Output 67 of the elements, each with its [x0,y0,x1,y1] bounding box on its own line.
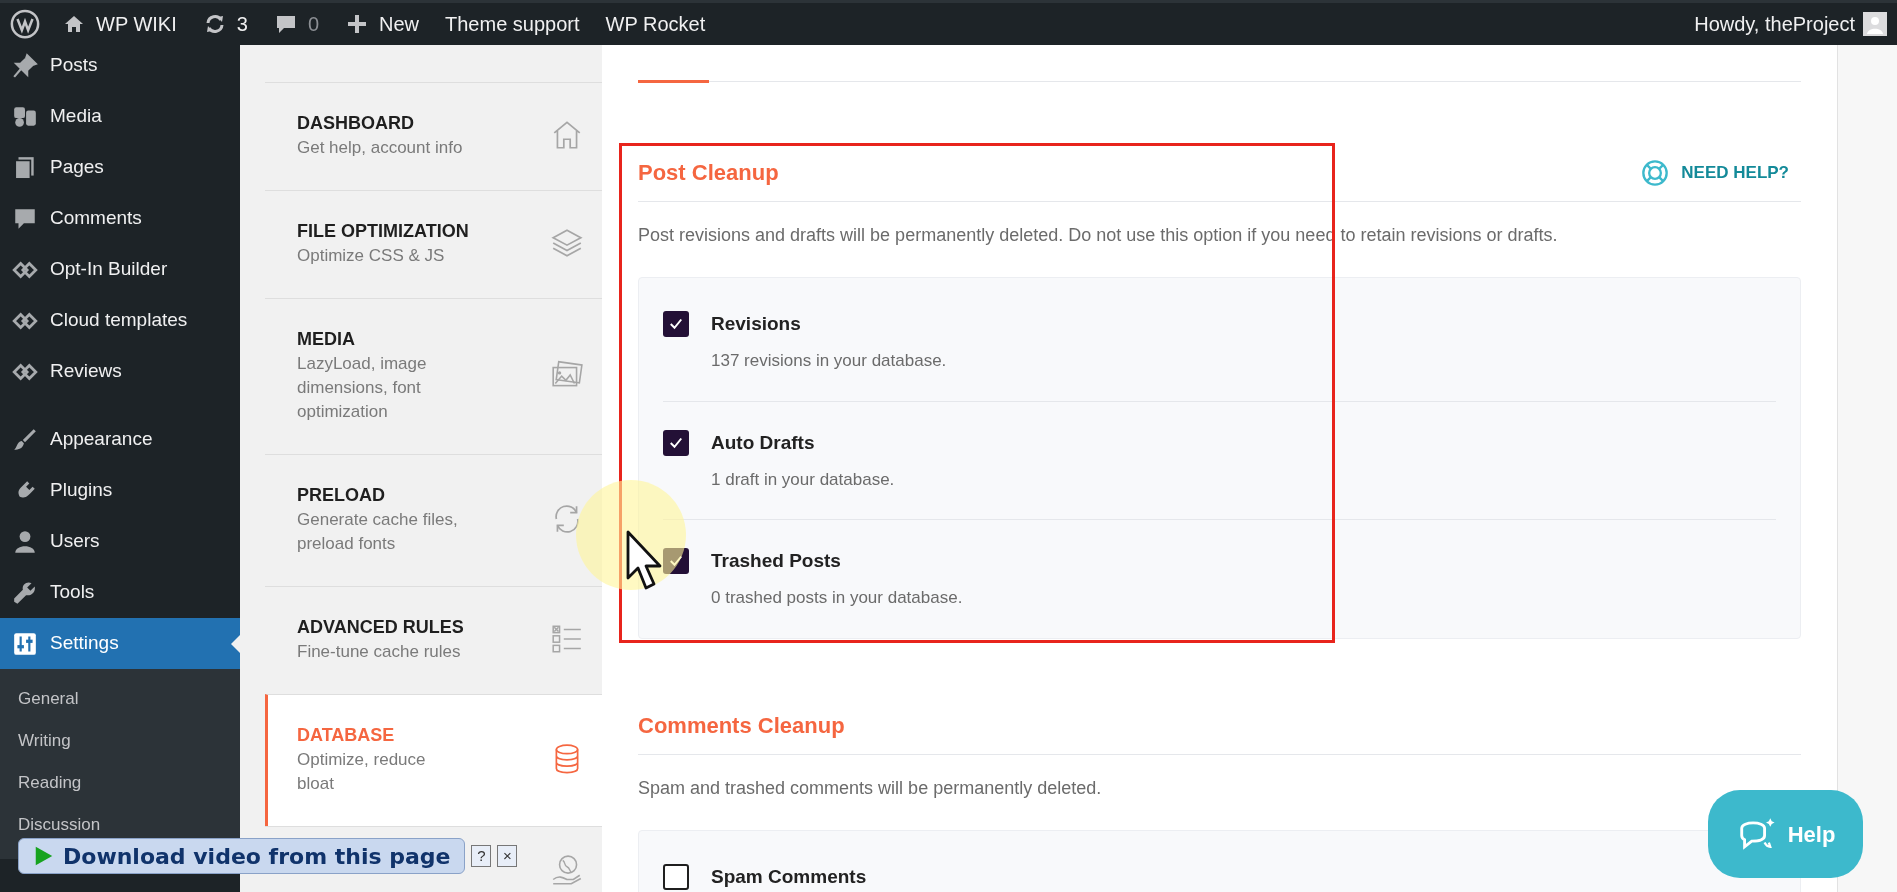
user-icon [12,528,38,555]
sidebar-item[interactable]: Cloud templates [0,295,240,346]
need-help-link[interactable]: NEED HELP? [1641,158,1789,187]
pin-icon [12,52,38,79]
submenu-item[interactable]: General [18,688,79,710]
section-description: Spam and trashed comments will be permanently deleted. [638,776,1103,800]
option-label: Auto Drafts [711,430,816,455]
account-link[interactable]: Howdy, theProject [1694,9,1855,39]
checkbox[interactable] [663,311,689,337]
nav-item-description: Get help, account info [297,137,464,159]
download-video-button[interactable]: Download video from this page [18,838,466,874]
nav-item-title: DATABASE [297,724,396,747]
admin-bar-link[interactable]: 3 [202,9,248,39]
section-title: Post Cleanup [638,159,779,187]
submenu-item[interactable]: Reading [18,772,82,794]
nav-item-description: Fine-tune cache rules [297,641,462,663]
option-label: Revisions [711,312,802,336]
admin-bar-link[interactable]: WP WIKI [62,9,177,39]
settings-nav-item[interactable]: MEDIA LazyLoad, image dimensions, font optimization [265,298,602,454]
admin-bar-link[interactable]: 0 [273,9,319,39]
admin-bar-link[interactable]: New [345,9,419,39]
admin-bar-link[interactable]: WP Rocket [605,9,706,39]
submenu-item[interactable]: Discussion [18,814,101,836]
option-detail: 137 revisions in your database. [711,350,947,372]
nav-item-title: MEDIA [297,328,356,351]
checkbox[interactable] [663,863,689,890]
sidebar-item[interactable]: Comments [0,193,240,244]
sidebar-item[interactable]: Settings [0,618,240,669]
option-detail: 0 trashed posts in your database. [711,587,963,609]
nav-item-title: ADVANCED RULES [297,616,465,639]
checkbox[interactable] [663,429,689,456]
sidebar-item[interactable]: Plugins [0,465,240,516]
sidebar-item[interactable]: Tools [0,567,240,618]
settings-nav-item[interactable]: DASHBOARD Get help, account info [265,82,602,190]
nav-item-description: Optimize CSS & JS [297,245,446,267]
nav-item-description: Generate cache files, preload fonts [297,509,459,555]
tab-indicator [638,80,709,83]
checkbox[interactable] [663,548,689,574]
sidebar-item[interactable]: Opt-In Builder [0,244,240,295]
option-detail: 1 draft in your database. [711,468,895,491]
submenu-item[interactable]: Writing [18,730,71,752]
sliders-icon [12,630,38,657]
settings-nav-item[interactable]: FILE OPTIMIZATION Optimize CSS & JS [265,190,602,298]
wordpress-logo-icon [10,9,40,39]
lifebuoy-icon [1641,158,1670,187]
sidebar-item[interactable]: Media [0,91,240,142]
option-label: Spam Comments [711,864,867,889]
sidebar-item[interactable]: Pages [0,142,240,193]
sidebar-item[interactable]: Appearance [0,414,240,465]
nav-item-title: FILE OPTIMIZATION [297,220,470,243]
settings-nav-item[interactable]: DATABASE Optimize, reduce bloat [265,694,602,826]
sidebar-item[interactable]: Posts [0,45,240,91]
sidebar-item[interactable]: Users [0,516,240,567]
close-button[interactable]: × [497,845,518,867]
admin-bar-link[interactable]: Theme support [445,9,580,39]
nav-item-title: DASHBOARD [297,112,415,135]
section-title: Comments Cleanup [638,711,845,740]
nav-item-description: Optimize, reduce bloat [297,749,427,795]
plus-icon [345,12,369,36]
nav-item-title: PRELOAD [297,484,386,507]
help-button[interactable]: ? [471,845,492,867]
option-label: Trashed Posts [711,549,842,573]
globe-hand-icon [550,854,584,888]
nav-item-description: LazyLoad, image dimensions, font optimization [297,353,428,423]
sidebar-item[interactable]: Reviews [0,346,240,397]
brush-icon [12,426,38,453]
settings-nav-item[interactable]: PRELOAD Generate cache files, preload fonts [265,454,602,586]
